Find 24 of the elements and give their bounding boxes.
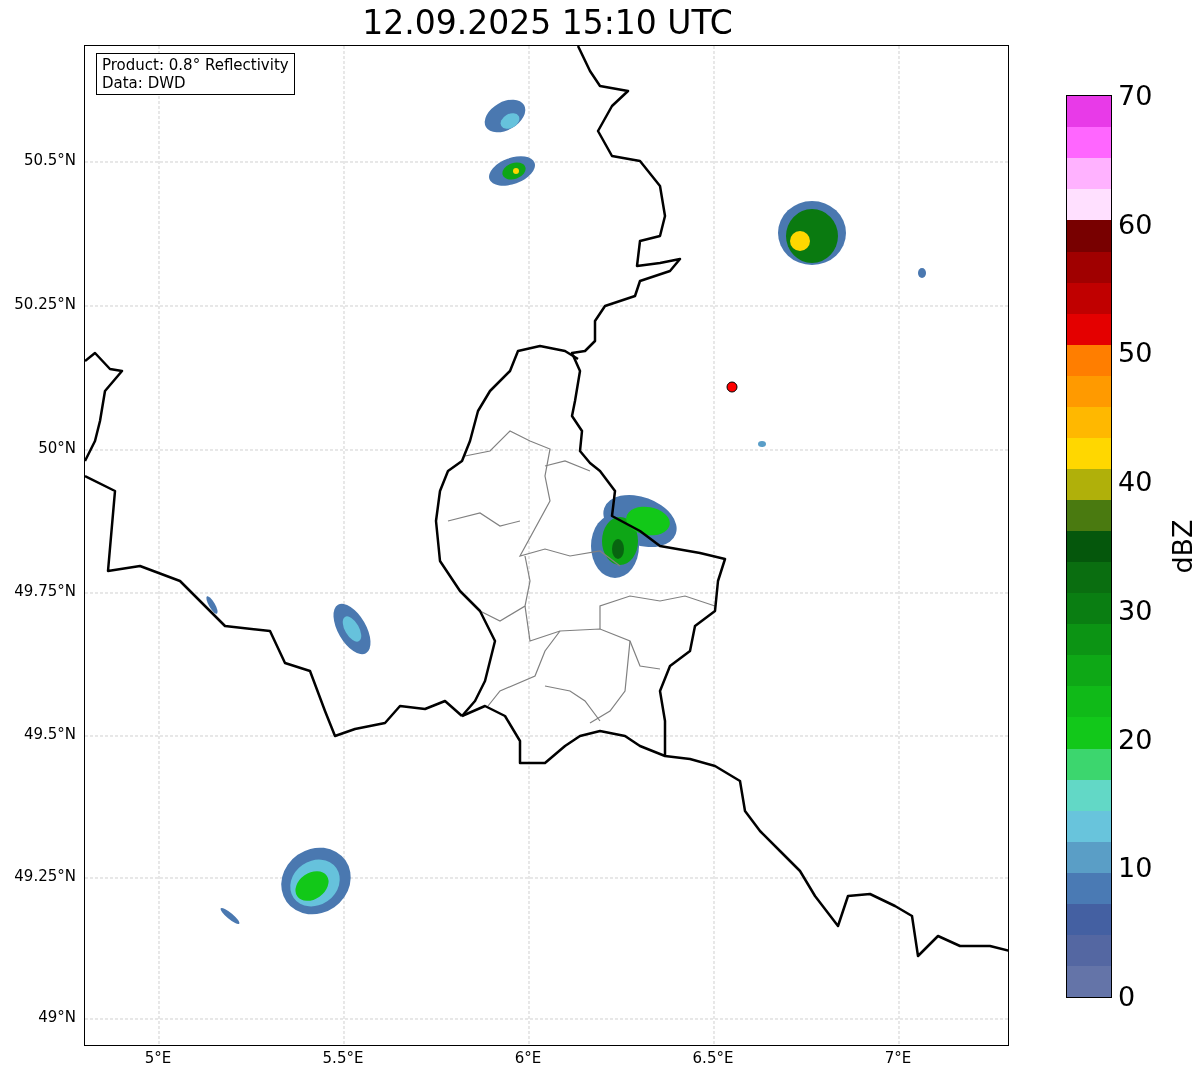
latitude-label: 49.5°N: [23, 727, 76, 742]
colorbar-tick-label: 60: [1118, 210, 1153, 238]
colorbar-tick-label: 40: [1118, 468, 1153, 496]
longitude-label: 5°E: [144, 1051, 172, 1066]
colorbar-tick-label: 20: [1118, 725, 1153, 753]
latitude-label: 50.25°N: [14, 297, 76, 312]
colorbar-label: dBZ: [1168, 519, 1196, 574]
latitude-label: 49.25°N: [14, 869, 76, 884]
colorbar-tick-label: 10: [1118, 854, 1153, 882]
info-text: Data: DWD: [102, 74, 187, 92]
latitude-label: 50.5°N: [23, 153, 76, 168]
colorbar-tick-label: 50: [1118, 339, 1153, 367]
latitude-label: 50°N: [38, 441, 76, 456]
longitude-label: 6.5°E: [692, 1051, 734, 1066]
colorbar-tick-label: 70: [1118, 82, 1153, 109]
longitude-label: 7°E: [884, 1051, 912, 1066]
latitude-label: 49.75°N: [14, 584, 76, 599]
longitude-label: 6°E: [514, 1051, 542, 1066]
colorbar-tick-label: 30: [1118, 596, 1153, 624]
info-text: Product: 0.8° Reflectivity: [102, 56, 289, 74]
longitude-label: 5.5°E: [322, 1051, 364, 1066]
latitude-label: 49°N: [38, 1010, 76, 1025]
chart-title: 12.09.2025 15:10 UTC: [362, 6, 733, 39]
colorbar-tick-label: 0: [1118, 983, 1136, 1010]
